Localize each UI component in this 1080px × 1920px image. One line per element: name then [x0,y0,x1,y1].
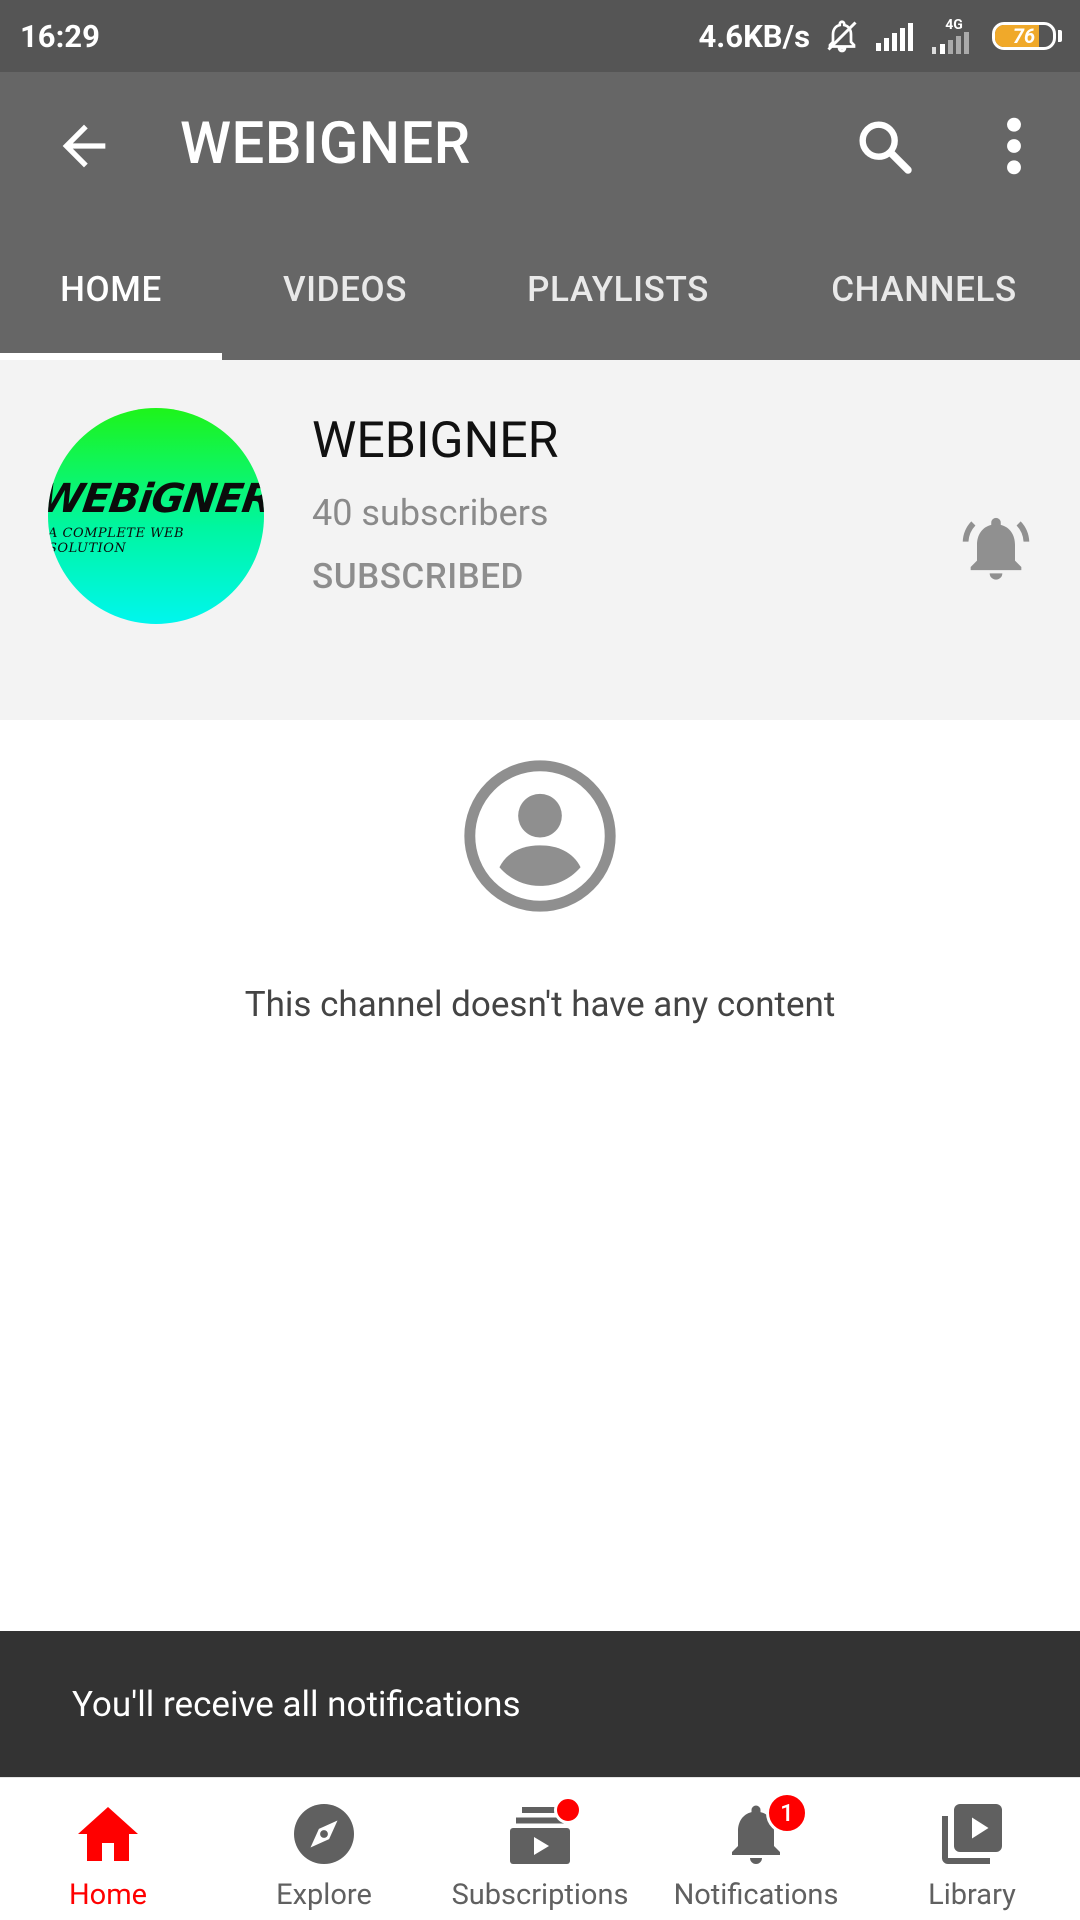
nav-explore[interactable]: Explore [216,1778,432,1920]
nav-library-label: Library [928,1878,1016,1912]
channel-avatar[interactable]: WEBiGNER A COMPLETE WEB SOLUTION [48,408,264,624]
battery-icon: 76 [992,22,1056,50]
nav-library[interactable]: Library [864,1778,1080,1920]
notification-bell-all-icon[interactable] [958,510,1034,586]
channel-header: WEBiGNER A COMPLETE WEB SOLUTION WEBIGNE… [0,360,1080,720]
mute-bell-icon [827,20,857,53]
nav-home[interactable]: Home [0,1778,216,1920]
tab-home[interactable]: HOME [0,218,222,360]
more-vert-icon[interactable] [990,114,1038,178]
empty-state-message: This channel doesn't have any content [244,984,836,1025]
channel-tabs: HOME VIDEOS PLAYLISTS CHANNELS [0,218,1080,360]
tab-channels[interactable]: CHANNELS [768,218,1080,360]
nav-home-label: Home [68,1878,148,1912]
bottom-navigation: Home Explore Subscriptions 1 Notificatio… [0,1777,1080,1920]
tab-active-indicator [0,353,222,360]
signal-icon [876,23,913,51]
nav-explore-label: Explore [276,1878,372,1912]
channel-name: WEBIGNER [312,412,559,470]
notifications-badge: 1 [766,1792,808,1834]
nav-subscriptions-label: Subscriptions [451,1878,629,1912]
status-bar: 16:29 4.6KB/s 4G 76 [0,0,1080,72]
nav-notifications[interactable]: 1 Notifications [648,1778,864,1920]
avatar-logo-text: WEBiGNER [48,476,264,522]
search-icon[interactable] [852,114,916,178]
snackbar: You'll receive all notifications [0,1631,1080,1777]
subscribed-button[interactable]: SUBSCRIBED [312,556,524,597]
library-icon [942,1804,1002,1864]
page-title: WEBIGNER [180,110,471,178]
tab-playlists[interactable]: PLAYLISTS [468,218,768,360]
battery-level: 76 [1012,24,1036,48]
subscriptions-new-dot [554,1796,582,1824]
account-circle-icon [464,760,616,912]
subscriber-count: 40 subscribers [312,492,549,534]
nav-subscriptions[interactable]: Subscriptions [432,1778,648,1920]
battery-tip [1058,30,1062,42]
home-icon [78,1807,138,1861]
status-indicators: 4.6KB/s 4G 76 [699,18,1062,55]
status-time: 16:29 [20,17,100,55]
tab-videos[interactable]: VIDEOS [222,218,468,360]
app-bar: WEBIGNER [0,72,1080,218]
snackbar-message: You'll receive all notifications [72,1683,521,1725]
back-arrow-icon[interactable] [52,114,116,178]
explore-compass-icon [294,1804,354,1864]
signal-icon-secondary [932,32,969,54]
network-type-indicator: 4G [930,18,978,54]
network-type: 4G [945,17,963,33]
nav-notifications-label: Notifications [673,1878,839,1912]
net-speed: 4.6KB/s [698,17,810,55]
battery-indicator: 76 [992,22,1062,50]
avatar-logo-subtext: A COMPLETE WEB SOLUTION [48,526,185,556]
